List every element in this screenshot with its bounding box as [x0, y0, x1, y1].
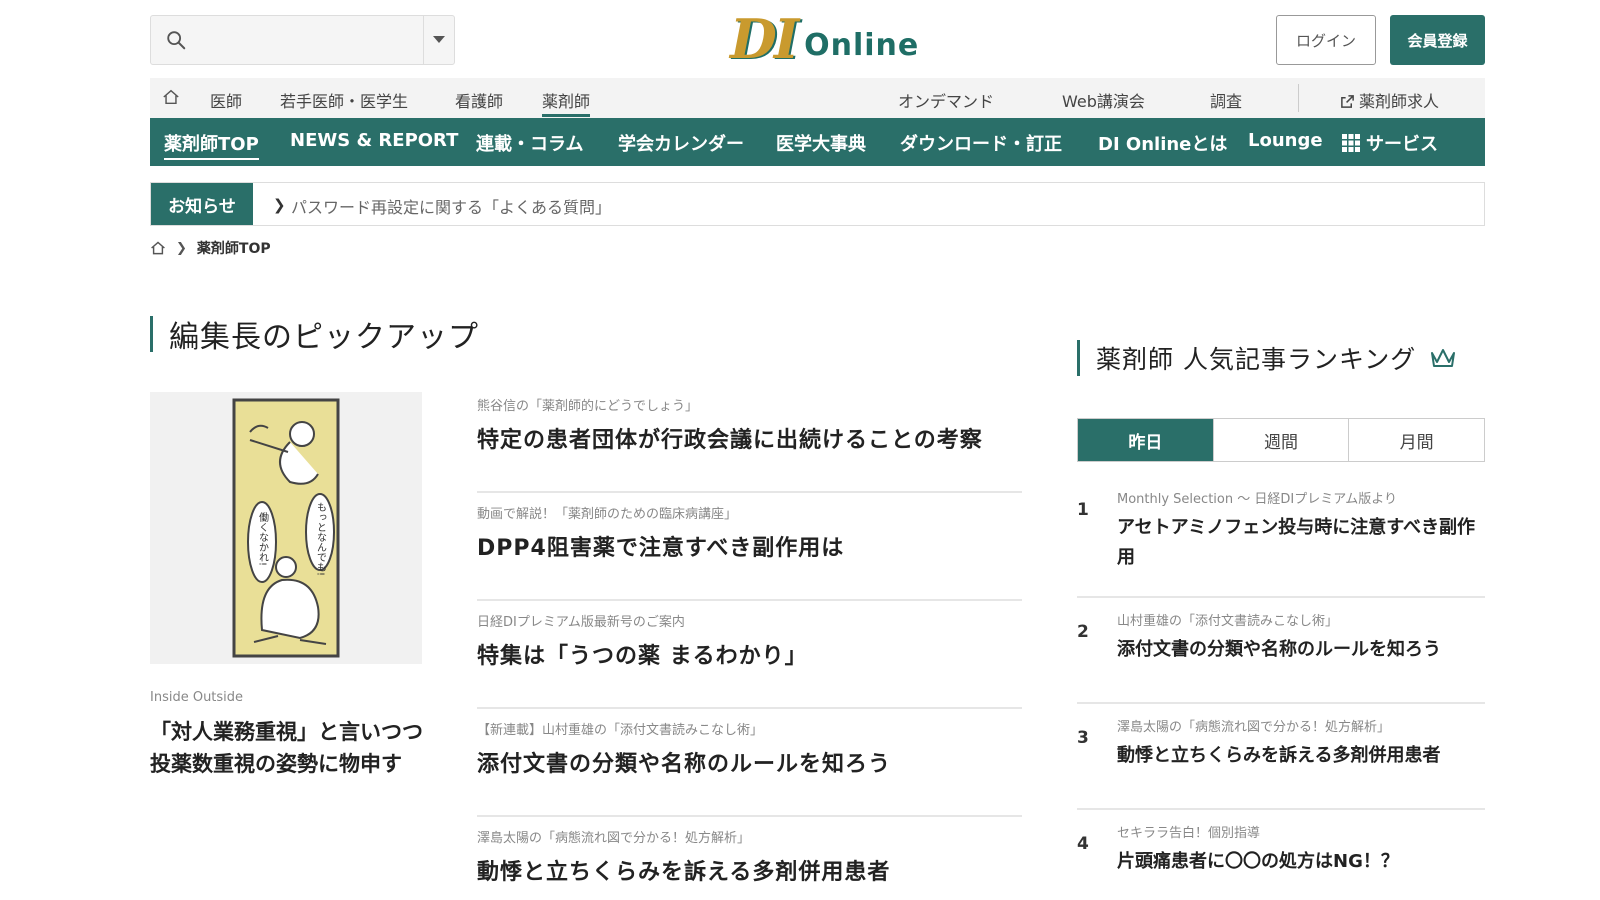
- register-button[interactable]: 会員登録: [1390, 15, 1485, 65]
- topnav-pharmacist-jobs[interactable]: 薬剤師求人: [1340, 88, 1439, 112]
- topnav-young-doctor[interactable]: 若手医師・医学生: [280, 88, 408, 112]
- list-item[interactable]: 4 セキララ告白！個別指導 片頭痛患者に〇〇の処方はNG！？: [1077, 810, 1485, 900]
- article-subtitle: 熊谷信の「薬剤師的にどうでしょう」: [477, 399, 699, 414]
- list-item[interactable]: 3 澤島太陽の「病態流れ図で分かる！処方解析」 動悸と立ちくらみを訴える多剤併用…: [1077, 704, 1485, 810]
- mainnav-service[interactable]: サービス: [1342, 130, 1438, 156]
- tab-yesterday[interactable]: 昨日: [1078, 419, 1214, 461]
- mainnav-about[interactable]: DI Onlineとは: [1098, 130, 1227, 156]
- topnav-divider: [1298, 84, 1299, 112]
- article-subtitle: 【新連載】山村重雄の「添付文書読みこなし術」: [477, 723, 764, 738]
- pickup-article-list: 熊谷信の「薬剤師的にどうでしょう」 特定の患者団体が行政会議に出続けることの考察…: [477, 385, 1022, 900]
- feature-title[interactable]: 「対人業務重視」と言いつつ投薬数重視の姿勢に物申す: [150, 716, 425, 780]
- chevron-right-icon: ❯: [273, 196, 286, 214]
- ranking-tabs: 昨日 週間 月間: [1077, 418, 1485, 462]
- notice-link[interactable]: パスワード再設定に関する「よくある質問」: [291, 194, 611, 218]
- article-title[interactable]: 添付文書の分類や名称のルールを知ろう: [477, 746, 1022, 778]
- rank-subtitle: セキララ告白！個別指導: [1117, 826, 1261, 841]
- rank-subtitle: 山村重雄の「添付文書読みこなし術」: [1117, 614, 1339, 629]
- site-logo[interactable]: DI Online: [730, 8, 919, 66]
- rank-subtitle: Monthly Selection ～ 日経DIプレミアム版より: [1117, 492, 1398, 507]
- home-icon[interactable]: [150, 240, 166, 256]
- rank-title[interactable]: アセトアミノフェン投与時に注意すべき副作用: [1117, 513, 1485, 573]
- external-link-icon: [1341, 95, 1354, 108]
- mainnav-lounge[interactable]: Lounge: [1248, 130, 1323, 151]
- breadcrumb: ❯ 薬剤師TOP: [150, 238, 271, 258]
- heading-bar: [1077, 340, 1080, 376]
- mainnav-series-column[interactable]: 連載・コラム: [476, 130, 583, 156]
- tab-weekly[interactable]: 週間: [1214, 419, 1350, 461]
- heading-bar: [150, 316, 153, 352]
- crown-icon: [1431, 349, 1456, 367]
- article-subtitle: 動画で解説！「薬剤師のための臨床病講座」: [477, 507, 738, 522]
- ranking-heading-text: 薬剤師 人気記事ランキング: [1096, 345, 1417, 374]
- mainnav-pharmacist-top[interactable]: 薬剤師TOP: [164, 130, 259, 160]
- search-box[interactable]: [150, 15, 455, 65]
- article-subtitle: 日経DIプレミアム版最新号のご案内: [477, 615, 685, 630]
- feature-illustration[interactable]: 働くなかれ! もっとなんでも!: [150, 392, 422, 664]
- rank-title[interactable]: 添付文書の分類や名称のルールを知ろう: [1117, 635, 1485, 665]
- search-input[interactable]: [196, 26, 411, 54]
- rank-number: 4: [1077, 834, 1089, 854]
- illustration-text-left: 働くなかれ!: [257, 511, 269, 566]
- article-title[interactable]: 動悸と立ちくらみを訴える多剤併用患者: [477, 854, 1022, 886]
- article-subtitle: 澤島太陽の「病態流れ図で分かる！処方解析」: [477, 831, 751, 846]
- mainnav-medical-dictionary[interactable]: 医学大事典: [776, 130, 866, 156]
- breadcrumb-current: 薬剤師TOP: [196, 241, 271, 257]
- article-title[interactable]: 特集は「うつの薬 まるわかり」: [477, 638, 1022, 670]
- list-item[interactable]: 動画で解説！「薬剤師のための臨床病講座」 DPP4阻害薬で注意すべき副作用は: [477, 493, 1022, 601]
- login-button[interactable]: ログイン: [1276, 15, 1376, 65]
- rank-title[interactable]: 片頭痛患者に〇〇の処方はNG！？: [1117, 847, 1485, 877]
- logo-di: DI: [730, 7, 799, 71]
- topnav-ondemand[interactable]: オンデマンド: [898, 88, 994, 112]
- home-icon[interactable]: [162, 88, 180, 106]
- notice-label: お知らせ: [151, 183, 253, 225]
- list-item[interactable]: 2 山村重雄の「添付文書読みこなし術」 添付文書の分類や名称のルールを知ろう: [1077, 598, 1485, 704]
- logo-online: Online: [804, 28, 920, 63]
- tab-monthly[interactable]: 月間: [1349, 419, 1484, 461]
- article-title[interactable]: DPP4阻害薬で注意すべき副作用は: [477, 530, 1022, 562]
- topnav-web-seminar[interactable]: Web講演会: [1062, 88, 1145, 112]
- list-item[interactable]: 熊谷信の「薬剤師的にどうでしょう」 特定の患者団体が行政会議に出続けることの考察: [477, 385, 1022, 493]
- mainnav-news-report[interactable]: NEWS & REPORT: [290, 130, 458, 151]
- mainnav-download[interactable]: ダウンロード・訂正: [900, 130, 1062, 156]
- grid-icon: [1342, 134, 1360, 152]
- chevron-down-icon[interactable]: [433, 36, 445, 43]
- ranking-list: 1 Monthly Selection ～ 日経DIプレミアム版より アセトアミ…: [1077, 476, 1485, 900]
- topnav-pharmacist-jobs-label: 薬剤師求人: [1359, 92, 1440, 111]
- list-item[interactable]: 澤島太陽の「病態流れ図で分かる！処方解析」 動悸と立ちくらみを訴える多剤併用患者: [477, 817, 1022, 900]
- search-icon[interactable]: [165, 29, 187, 51]
- illustration-image: 働くなかれ! もっとなんでも!: [232, 398, 340, 658]
- topnav-survey[interactable]: 調査: [1210, 88, 1242, 112]
- main-nav: 薬剤師TOP NEWS & REPORT 連載・コラム 学会カレンダー 医学大事…: [150, 118, 1485, 166]
- pickup-heading-text: 編集長のピックアップ: [169, 320, 479, 355]
- rank-number: 1: [1077, 500, 1089, 520]
- rank-subtitle: 澤島太陽の「病態流れ図で分かる！処方解析」: [1117, 720, 1391, 735]
- feature-category: Inside Outside: [150, 690, 244, 705]
- topnav-nurse[interactable]: 看護師: [455, 88, 503, 112]
- list-item[interactable]: 日経DIプレミアム版最新号のご案内 特集は「うつの薬 まるわかり」: [477, 601, 1022, 709]
- article-title[interactable]: 特定の患者団体が行政会議に出続けることの考察: [477, 422, 1022, 454]
- list-item[interactable]: 【新連載】山村重雄の「添付文書読みこなし術」 添付文書の分類や名称のルールを知ろ…: [477, 709, 1022, 817]
- search-divider: [423, 16, 424, 64]
- rank-number: 2: [1077, 622, 1089, 642]
- topnav-pharmacist[interactable]: 薬剤師: [542, 88, 591, 117]
- list-item[interactable]: 1 Monthly Selection ～ 日経DIプレミアム版より アセトアミ…: [1077, 476, 1485, 598]
- illustration-text-right: もっとなんでも!: [315, 502, 327, 576]
- mainnav-conference-calendar[interactable]: 学会カレンダー: [618, 130, 744, 156]
- breadcrumb-separator-icon: ❯: [176, 240, 187, 256]
- notice-bar: お知らせ ❯ パスワード再設定に関する「よくある質問」: [150, 182, 1485, 226]
- mainnav-service-label: サービス: [1366, 134, 1438, 155]
- ranking-heading: 薬剤師 人気記事ランキング: [1077, 340, 1456, 376]
- rank-title[interactable]: 動悸と立ちくらみを訴える多剤併用患者: [1117, 741, 1485, 771]
- topnav-doctor[interactable]: 医師: [210, 88, 242, 112]
- top-nav: 医師 若手医師・医学生 看護師 薬剤師 オンデマンド Web講演会 調査 薬剤師…: [150, 78, 1485, 118]
- pickup-heading: 編集長のピックアップ: [150, 312, 479, 356]
- rank-number: 3: [1077, 728, 1089, 748]
